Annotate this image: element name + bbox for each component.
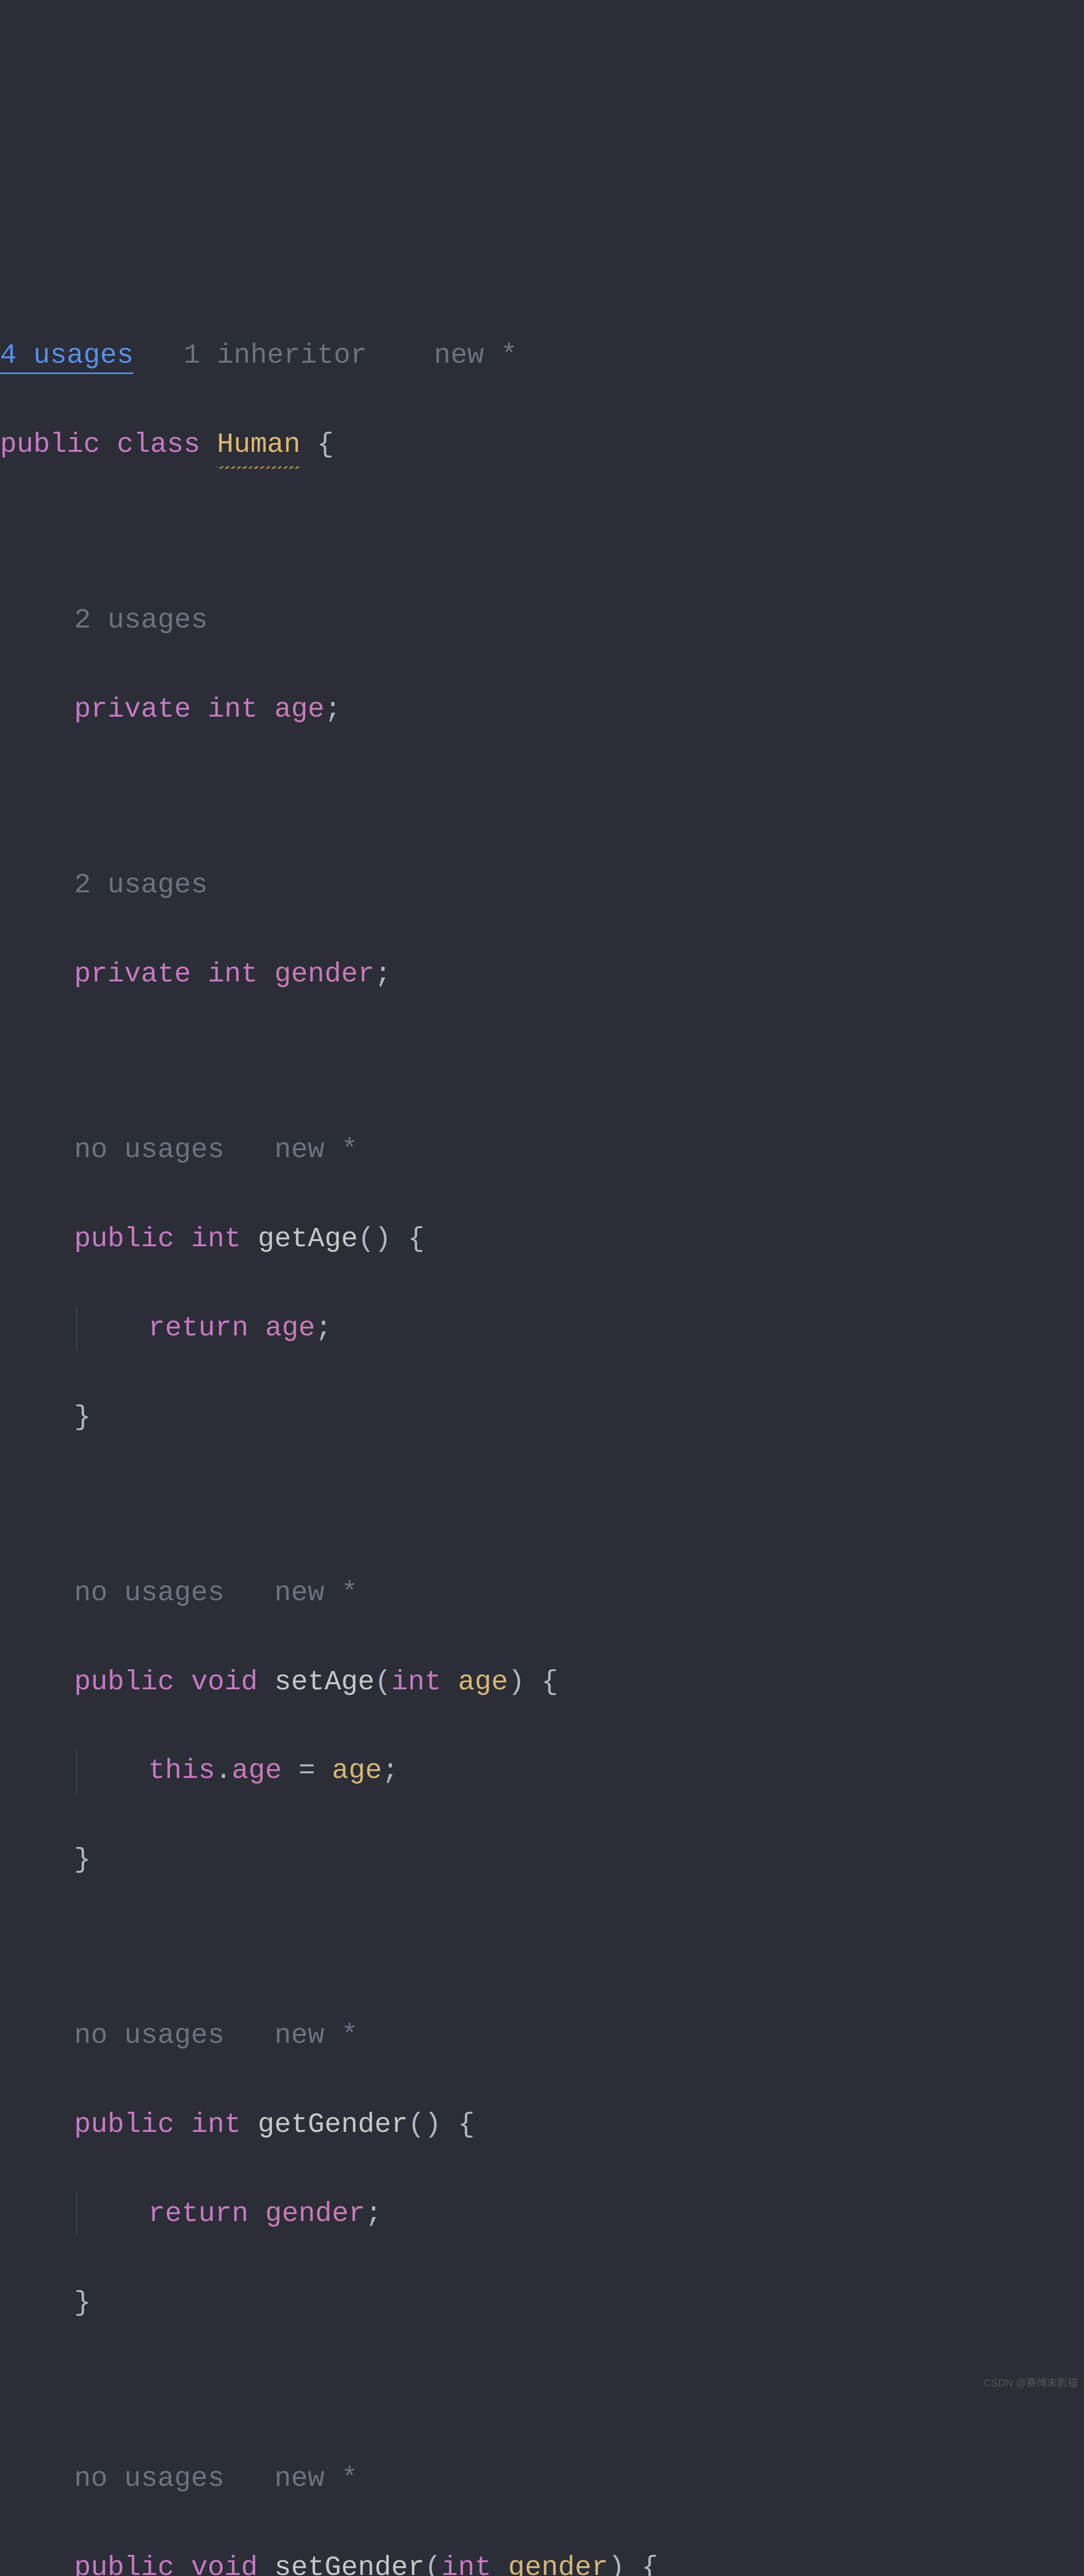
- close-paren: ): [508, 1667, 525, 1698]
- void-type: void: [191, 2552, 258, 2576]
- open-paren: (: [374, 1667, 391, 1698]
- close-brace: }: [0, 1838, 1084, 1883]
- private-keyword: private: [74, 959, 191, 990]
- semicolon: ;: [382, 1755, 399, 1787]
- method-name-getage[interactable]: getAge: [257, 1224, 357, 1255]
- void-type: void: [191, 1667, 258, 1698]
- usages-hint[interactable]: no usages: [74, 1134, 225, 1166]
- semicolon: ;: [315, 1313, 332, 1344]
- field-age-declaration: private int age;: [0, 688, 1084, 732]
- close-brace: }: [0, 1396, 1084, 1440]
- field-gender[interactable]: gender: [274, 959, 374, 990]
- semicolon: ;: [374, 959, 391, 990]
- semicolon: ;: [365, 2198, 382, 2230]
- method-setage-signature: public void setAge(int age) {: [0, 1660, 1084, 1705]
- usages-hint[interactable]: no usages: [74, 2463, 225, 2495]
- public-keyword: public: [74, 2109, 174, 2141]
- param-age-ref[interactable]: age: [332, 1755, 382, 1787]
- class-name-human[interactable]: Human: [217, 423, 300, 467]
- param-gender[interactable]: gender: [508, 2552, 608, 2576]
- return-gender-statement: return gender;: [0, 2192, 1084, 2236]
- vcs-hint: new *: [274, 1134, 358, 1166]
- open-brace: {: [458, 2109, 474, 2141]
- vcs-hint: new *: [274, 2020, 358, 2052]
- assign-age-statement: this.age = age;: [0, 1749, 1084, 1793]
- class-keyword: class: [117, 429, 200, 461]
- field-age-ref[interactable]: age: [232, 1755, 282, 1787]
- int-type: int: [391, 1667, 441, 1698]
- return-keyword: return: [148, 2198, 248, 2230]
- code-editor[interactable]: 4 usages 1 inheritor new * public class …: [0, 178, 1084, 2576]
- field-gender-ref[interactable]: gender: [265, 2198, 365, 2230]
- int-type: int: [441, 2552, 491, 2576]
- return-keyword: return: [148, 1313, 248, 1344]
- field-gender-hint[interactable]: 2 usages: [0, 863, 1084, 908]
- usages-hint[interactable]: no usages: [74, 1578, 225, 1609]
- close-brace: }: [0, 2281, 1084, 2326]
- method-getage-hints: no usages new *: [0, 1128, 1084, 1173]
- return-age-statement: return age;: [0, 1307, 1084, 1351]
- open-brace: {: [541, 1667, 558, 1698]
- this-keyword: this: [148, 1755, 215, 1787]
- private-keyword: private: [74, 694, 191, 725]
- usages-hint[interactable]: no usages: [74, 2020, 225, 2052]
- open-paren: (: [425, 2552, 441, 2576]
- method-name-setgender[interactable]: setGender: [274, 2552, 425, 2576]
- field-gender-declaration: private int gender;: [0, 953, 1084, 997]
- method-setgender-hints: no usages new *: [0, 2457, 1084, 2501]
- public-keyword: public: [74, 1224, 174, 1255]
- method-getage-signature: public int getAge() {: [0, 1217, 1084, 1262]
- field-age-ref[interactable]: age: [265, 1313, 315, 1344]
- open-brace: {: [642, 2552, 658, 2576]
- close-paren: ): [608, 2552, 625, 2576]
- class-declaration: public class Human {: [0, 423, 1084, 467]
- public-keyword: public: [0, 429, 100, 461]
- method-getgender-hints: no usages new *: [0, 2014, 1084, 2058]
- equals: =: [282, 1755, 332, 1787]
- vcs-hint: new *: [274, 1578, 358, 1609]
- field-age[interactable]: age: [274, 694, 324, 725]
- int-type: int: [208, 694, 257, 725]
- semicolon: ;: [324, 694, 341, 725]
- method-setage-hints: no usages new *: [0, 1571, 1084, 1616]
- vcs-hint: new *: [274, 2463, 358, 2495]
- method-getgender-signature: public int getGender() {: [0, 2103, 1084, 2147]
- class-hints: 4 usages 1 inheritor new *: [0, 334, 1084, 378]
- usages-link[interactable]: 4 usages: [0, 340, 133, 374]
- int-type: int: [191, 2109, 241, 2141]
- method-name-setage[interactable]: setAge: [274, 1667, 374, 1698]
- int-type: int: [191, 1224, 241, 1255]
- open-brace: {: [317, 429, 334, 461]
- method-name-getgender[interactable]: getGender: [257, 2109, 408, 2141]
- dot: .: [215, 1755, 232, 1787]
- watermark: CSDN @赛博末影猫: [984, 2375, 1078, 2392]
- param-age[interactable]: age: [458, 1667, 508, 1698]
- method-setgender-signature: public void setGender(int gender) {: [0, 2546, 1084, 2576]
- field-age-hint[interactable]: 2 usages: [0, 599, 1084, 643]
- inheritor-hint[interactable]: 1 inheritor: [183, 340, 367, 371]
- open-brace: {: [408, 1224, 424, 1255]
- parens: (): [358, 1224, 391, 1255]
- vcs-hint: new *: [434, 340, 518, 371]
- public-keyword: public: [74, 1667, 174, 1698]
- public-keyword: public: [74, 2552, 174, 2576]
- parens: (): [408, 2109, 441, 2141]
- int-type: int: [208, 959, 257, 990]
